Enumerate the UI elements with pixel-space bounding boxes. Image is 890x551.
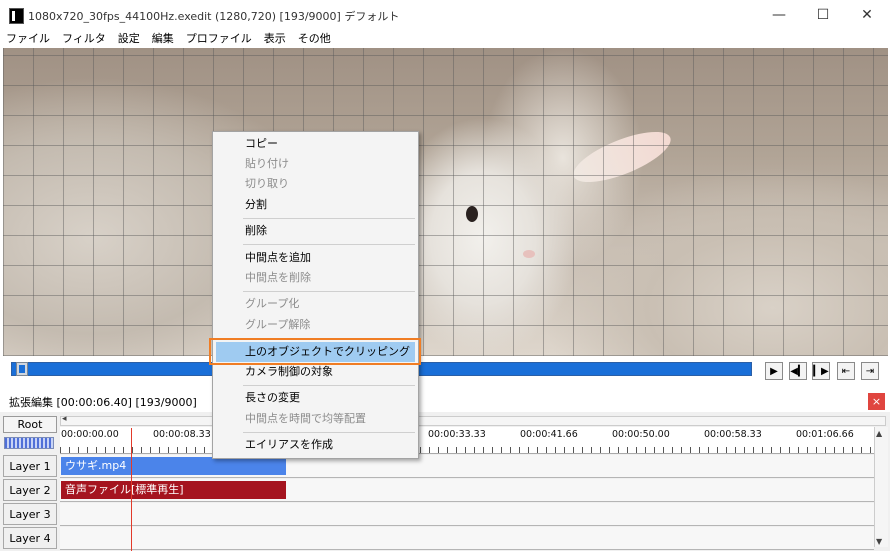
minimize-button[interactable]: — [757, 0, 801, 30]
layer-3-track[interactable] [60, 503, 874, 526]
playhead[interactable] [131, 428, 132, 551]
ruler-tick-label: 00:00:41.66 [520, 429, 578, 440]
menu-separator [243, 291, 415, 292]
menu-item-camera-control-target[interactable]: カメラ制御の対象 [216, 362, 415, 382]
close-button[interactable]: ✕ [845, 0, 889, 30]
menu-item-add-midpoint[interactable]: 中間点を追加 [216, 248, 415, 268]
ruler-tick-label: 00:01:06.66 [796, 429, 854, 440]
menu-item-paste[interactable]: 貼り付け [216, 154, 415, 174]
menu-filter[interactable]: フィルタ [56, 30, 112, 48]
extended-edit-close-button[interactable]: × [868, 393, 885, 410]
seek-handle[interactable] [16, 362, 28, 376]
context-menu: コピー 貼り付け 切り取り 分割 削除 中間点を追加 中間点を削除 グループ化 … [212, 131, 419, 459]
menu-bar: ファイル フィルタ 設定 編集 プロファイル 表示 その他 [0, 30, 890, 48]
preview-grid-overlay [3, 48, 888, 356]
menu-item-change-length[interactable]: 長さの変更 [216, 388, 415, 408]
audio-clip[interactable]: 音声ファイル[標準再生] [61, 481, 286, 499]
horizontal-scrollbar[interactable] [60, 416, 886, 426]
menu-item-cut[interactable]: 切り取り [216, 174, 415, 194]
menu-separator [243, 218, 415, 219]
menu-separator [243, 244, 415, 245]
menu-view[interactable]: 表示 [258, 30, 292, 48]
menu-item-group[interactable]: グループ化 [216, 294, 415, 314]
ruler-tick-label: 00:00:50.00 [612, 429, 670, 440]
ruler-tick-label: 00:00:08.33 [153, 429, 211, 440]
menu-file[interactable]: ファイル [0, 30, 56, 48]
zoom-slider[interactable] [4, 437, 54, 449]
menu-item-copy[interactable]: コピー [216, 134, 415, 154]
video-clip[interactable]: ウサギ.mp4 [61, 457, 286, 475]
app-icon [9, 8, 24, 24]
layer-2-button[interactable]: Layer 2 [3, 479, 57, 501]
scroll-left-icon[interactable]: ◂ [62, 414, 67, 424]
menu-separator [243, 432, 415, 433]
layer-1-button[interactable]: Layer 1 [3, 455, 57, 477]
to-end-button[interactable]: ⇥ [861, 362, 879, 380]
menu-item-split[interactable]: 分割 [216, 195, 415, 215]
menu-settings[interactable]: 設定 [112, 30, 146, 48]
extended-edit-header: 拡張編集 [00:00:06.40] [193/9000] [0, 390, 890, 412]
to-start-button[interactable]: ⇤ [837, 362, 855, 380]
layer-4-button[interactable]: Layer 4 [3, 527, 57, 549]
menu-item-ungroup[interactable]: グループ解除 [216, 315, 415, 335]
prev-frame-button[interactable]: ◀▎ [789, 362, 807, 380]
menu-separator [243, 385, 415, 386]
menu-profile[interactable]: プロファイル [180, 30, 258, 48]
extended-edit-title: 拡張編集 [00:00:06.40] [193/9000] [9, 396, 197, 409]
menu-item-create-alias[interactable]: エイリアスを作成 [216, 435, 415, 455]
menu-item-distribute-midpoints[interactable]: 中間点を時間で均等配置 [216, 409, 415, 429]
vertical-scrollbar[interactable] [874, 427, 888, 547]
menu-other[interactable]: その他 [292, 30, 337, 48]
layer-3-button[interactable]: Layer 3 [3, 503, 57, 525]
scroll-down-icon[interactable]: ▼ [876, 537, 882, 546]
video-preview[interactable] [3, 48, 888, 356]
menu-item-delete[interactable]: 削除 [216, 221, 415, 241]
root-button[interactable]: Root [3, 416, 57, 433]
highlight-callout-frame [209, 338, 421, 365]
next-frame-button[interactable]: ▎▶ [812, 362, 830, 380]
menu-edit[interactable]: 編集 [146, 30, 180, 48]
menu-item-delete-midpoint[interactable]: 中間点を削除 [216, 268, 415, 288]
seek-area [3, 356, 888, 384]
play-button[interactable]: ▶ [765, 362, 783, 380]
ruler-tick-label: 00:00:00.00 [61, 429, 119, 440]
layer-4-track[interactable] [60, 527, 874, 550]
ruler-tick-label: 00:00:58.33 [704, 429, 762, 440]
ruler-tick-label: 00:00:33.33 [428, 429, 486, 440]
window-title: 1080x720_30fps_44100Hz.exedit (1280,720)… [28, 10, 400, 23]
maximize-button[interactable]: ☐ [801, 0, 845, 30]
scroll-up-icon[interactable]: ▲ [876, 429, 882, 438]
